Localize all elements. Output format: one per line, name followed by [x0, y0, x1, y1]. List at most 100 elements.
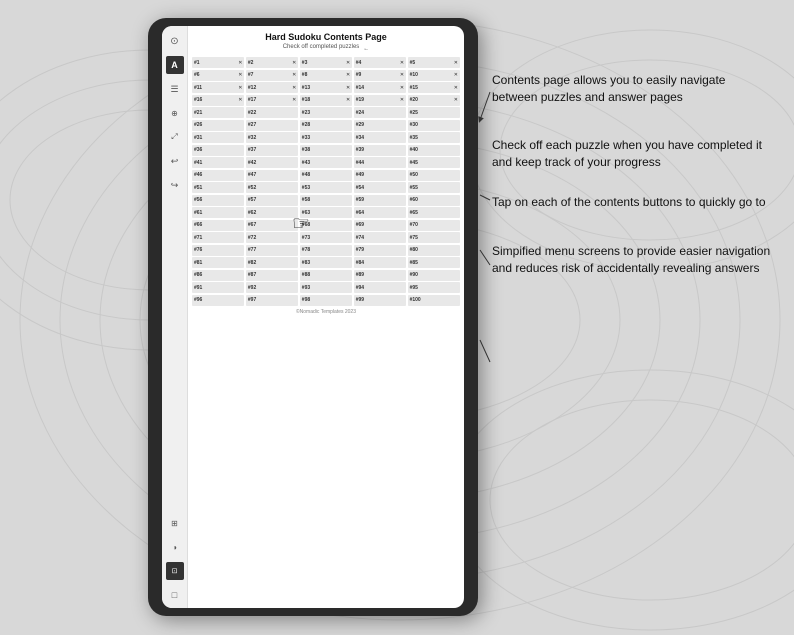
puzzle-cell[interactable]: #4✕ [354, 57, 406, 68]
puzzle-cell[interactable]: #38 [300, 145, 352, 156]
puzzle-cell[interactable]: #46 [192, 170, 244, 181]
puzzle-cell[interactable]: #43 [300, 157, 352, 168]
puzzle-cell[interactable]: #19✕ [354, 95, 406, 106]
puzzle-cell[interactable]: #24 [354, 107, 406, 118]
puzzle-cell[interactable]: #33 [300, 132, 352, 143]
puzzle-cell[interactable]: #17✕ [246, 95, 298, 106]
back-icon[interactable]: ↩ [166, 152, 184, 170]
menu-icon[interactable]: ☰ [166, 80, 184, 98]
puzzle-cell[interactable]: #64 [354, 207, 406, 218]
puzzle-cell[interactable]: #95 [408, 282, 460, 293]
puzzle-cell[interactable]: #42 [246, 157, 298, 168]
puzzle-cell[interactable]: #41 [192, 157, 244, 168]
puzzle-cell[interactable]: #29 [354, 120, 406, 131]
puzzle-cell[interactable]: #10✕ [408, 70, 460, 81]
puzzle-cell[interactable]: #50 [408, 170, 460, 181]
puzzle-cell[interactable]: #35 [408, 132, 460, 143]
puzzle-cell[interactable]: #75 [408, 232, 460, 243]
puzzle-cell[interactable]: #6✕ [192, 70, 244, 81]
puzzle-cell[interactable]: #88 [300, 270, 352, 281]
puzzle-cell[interactable]: #52 [246, 182, 298, 193]
puzzle-cell[interactable]: #74 [354, 232, 406, 243]
puzzle-cell[interactable]: #47 [246, 170, 298, 181]
puzzle-cell[interactable]: #28 [300, 120, 352, 131]
puzzle-cell[interactable]: #82 [246, 257, 298, 268]
puzzle-cell[interactable]: #15✕ [408, 82, 460, 93]
puzzle-cell[interactable]: #20✕ [408, 95, 460, 106]
puzzle-cell[interactable]: #94 [354, 282, 406, 293]
puzzle-cell[interactable]: #12✕ [246, 82, 298, 93]
puzzle-cell[interactable]: #54 [354, 182, 406, 193]
puzzle-cell[interactable]: #92 [246, 282, 298, 293]
puzzle-cell[interactable]: #11✕ [192, 82, 244, 93]
settings-icon[interactable]: ⊡ [166, 562, 184, 580]
puzzle-cell[interactable]: #40 [408, 145, 460, 156]
puzzle-cell[interactable]: #68 [300, 220, 352, 231]
puzzle-cell[interactable]: #93 [300, 282, 352, 293]
puzzle-cell[interactable]: #84 [354, 257, 406, 268]
puzzle-cell[interactable]: #65 [408, 207, 460, 218]
home-icon[interactable]: ⊙ [166, 32, 184, 50]
puzzle-cell[interactable]: #69 [354, 220, 406, 231]
puzzle-cell[interactable]: #60 [408, 195, 460, 206]
puzzle-cell[interactable]: #83 [300, 257, 352, 268]
layers-icon[interactable]: ◑ [166, 538, 184, 556]
puzzle-cell[interactable]: #23 [300, 107, 352, 118]
puzzle-cell[interactable]: #51 [192, 182, 244, 193]
puzzle-cell[interactable]: #22 [246, 107, 298, 118]
puzzle-cell[interactable]: #70 [408, 220, 460, 231]
puzzle-cell[interactable]: #89 [354, 270, 406, 281]
puzzle-cell[interactable]: #27 [246, 120, 298, 131]
bookmark-icon[interactable]: ⊕ [166, 104, 184, 122]
puzzle-cell[interactable]: #32 [246, 132, 298, 143]
puzzle-cell[interactable]: #79 [354, 245, 406, 256]
puzzle-cell[interactable]: #90 [408, 270, 460, 281]
puzzle-cell[interactable]: #61 [192, 207, 244, 218]
puzzle-cell[interactable]: #3✕ [300, 57, 352, 68]
puzzle-cell[interactable]: #62 [246, 207, 298, 218]
puzzle-cell[interactable]: #39 [354, 145, 406, 156]
puzzle-cell[interactable]: #13✕ [300, 82, 352, 93]
puzzle-cell[interactable]: #57 [246, 195, 298, 206]
puzzle-cell[interactable]: #87 [246, 270, 298, 281]
grid-icon[interactable]: ⊞ [166, 514, 184, 532]
font-icon[interactable]: A [166, 56, 184, 74]
puzzle-cell[interactable]: #49 [354, 170, 406, 181]
puzzle-cell[interactable]: #34 [354, 132, 406, 143]
puzzle-cell[interactable]: #25 [408, 107, 460, 118]
puzzle-cell[interactable]: #76 [192, 245, 244, 256]
puzzle-cell[interactable]: #71 [192, 232, 244, 243]
puzzle-cell[interactable]: #14✕ [354, 82, 406, 93]
puzzle-cell[interactable]: #77 [246, 245, 298, 256]
puzzle-cell[interactable]: #80 [408, 245, 460, 256]
puzzle-cell[interactable]: #59 [354, 195, 406, 206]
puzzle-cell[interactable]: #30 [408, 120, 460, 131]
expand-icon[interactable]: ⤢ [166, 128, 184, 146]
puzzle-cell[interactable]: #26 [192, 120, 244, 131]
puzzle-cell[interactable]: #63 [300, 207, 352, 218]
puzzle-cell[interactable]: #2✕ [246, 57, 298, 68]
puzzle-cell[interactable]: #8✕ [300, 70, 352, 81]
puzzle-cell[interactable]: #16✕ [192, 95, 244, 106]
puzzle-cell[interactable]: #99 [354, 295, 406, 306]
puzzle-cell[interactable]: #21 [192, 107, 244, 118]
puzzle-cell[interactable]: #1✕ [192, 57, 244, 68]
puzzle-cell[interactable]: #58 [300, 195, 352, 206]
puzzle-cell[interactable]: #45 [408, 157, 460, 168]
puzzle-cell[interactable]: #44 [354, 157, 406, 168]
puzzle-cell[interactable]: #96 [192, 295, 244, 306]
puzzle-cell[interactable]: #67 [246, 220, 298, 231]
forward-icon[interactable]: ↪ [166, 176, 184, 194]
puzzle-cell[interactable]: #97 [246, 295, 298, 306]
puzzle-cell[interactable]: #72 [246, 232, 298, 243]
puzzle-cell[interactable]: #31 [192, 132, 244, 143]
puzzle-cell[interactable]: #81 [192, 257, 244, 268]
puzzle-cell[interactable]: #56 [192, 195, 244, 206]
puzzle-cell[interactable]: #86 [192, 270, 244, 281]
puzzle-cell[interactable]: #66 [192, 220, 244, 231]
puzzle-cell[interactable]: #48 [300, 170, 352, 181]
puzzle-cell[interactable]: #78 [300, 245, 352, 256]
puzzle-cell[interactable]: #9✕ [354, 70, 406, 81]
puzzle-cell[interactable]: #100 [408, 295, 460, 306]
puzzle-cell[interactable]: #36 [192, 145, 244, 156]
